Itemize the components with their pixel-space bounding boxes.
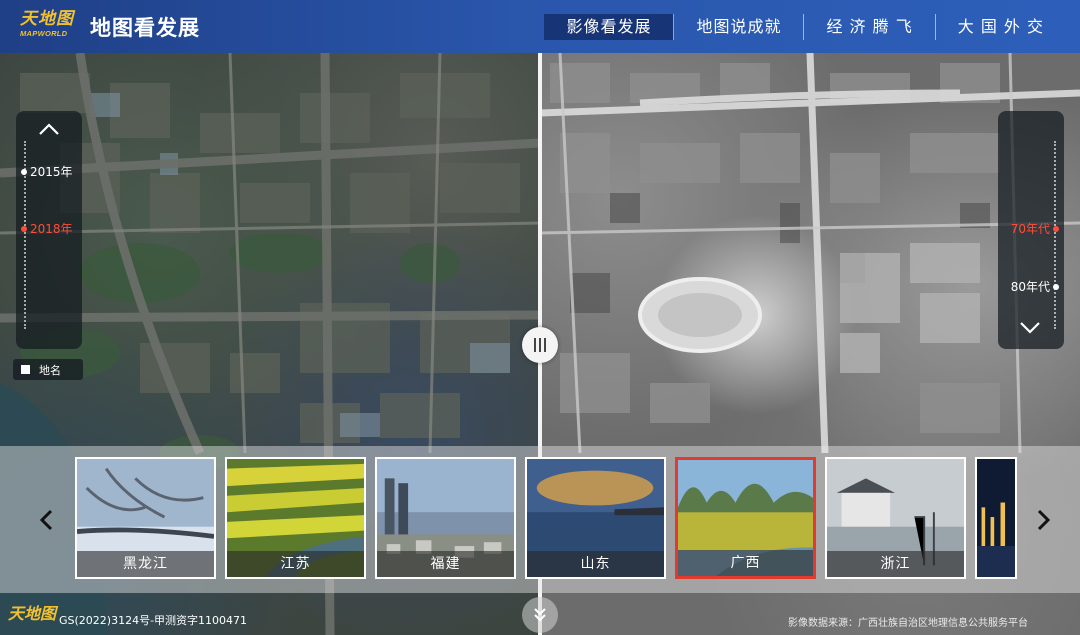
logo-text-cn: 天地图 <box>20 9 74 29</box>
place-name-toggle[interactable]: 地名 <box>13 359 83 380</box>
app-header: 天地图 MAPWORLD 地图看发展 影像看发展 地图说成就 经 济 腾 飞 大… <box>0 0 1080 53</box>
place-name-label: 地名 <box>39 363 61 377</box>
year-option-1980s[interactable]: 80年代 <box>1011 279 1060 295</box>
province-card-label: 浙江 <box>827 551 964 577</box>
chevron-right-icon[interactable] <box>1033 508 1053 532</box>
year-option-2015[interactable]: 2015年 <box>21 164 73 180</box>
province-card-label: 江苏 <box>227 551 364 577</box>
drag-handle-icon[interactable] <box>522 327 558 363</box>
nav-item-imagery[interactable]: 影像看发展 <box>544 13 675 40</box>
left-year-selector: 2015年 2018年 <box>16 111 82 349</box>
top-nav: 影像看发展 地图说成就 经 济 腾 飞 大 国 外 交 <box>544 0 1080 53</box>
night-city-photo <box>977 459 1015 577</box>
province-card-shandong[interactable]: 山东 <box>525 457 666 579</box>
province-card-guangxi[interactable]: 广西 <box>675 457 816 579</box>
province-card-label: 广西 <box>678 550 813 576</box>
logo-text-en: MAPWORLD <box>20 29 68 38</box>
double-chevron-down-icon[interactable] <box>522 597 558 633</box>
province-card-fujian[interactable]: 福建 <box>375 457 516 579</box>
year-option-2018[interactable]: 2018年 <box>21 221 73 237</box>
tianditu-logo[interactable]: 天地图 MAPWORLD <box>20 9 78 43</box>
province-card-jiangsu[interactable]: 江苏 <box>225 457 366 579</box>
province-card-zhejiang[interactable]: 浙江 <box>825 457 966 579</box>
right-year-selector: 70年代 80年代 <box>998 111 1064 349</box>
nav-item-economy[interactable]: 经 济 腾 飞 <box>804 13 936 40</box>
place-name-checkbox[interactable] <box>21 365 30 374</box>
chevron-left-icon[interactable] <box>37 508 57 532</box>
chevron-up-icon[interactable] <box>37 121 61 137</box>
page-title: 地图看发展 <box>90 16 200 40</box>
year-option-1970s[interactable]: 70年代 <box>1011 221 1060 237</box>
province-card-label: 福建 <box>377 551 514 577</box>
nav-item-map-achievements[interactable]: 地图说成就 <box>674 13 805 40</box>
province-card-partial[interactable] <box>975 457 1017 579</box>
province-card-label: 黑龙江 <box>77 551 214 577</box>
map-license-text: GS(2022)3124号-甲测资字1100471 <box>59 614 248 627</box>
footer-logo: 天地图 <box>8 604 57 623</box>
timeline-track <box>1054 141 1056 329</box>
chevron-down-icon[interactable] <box>1018 319 1042 335</box>
province-card-heilongjiang[interactable]: 黑龙江 <box>75 457 216 579</box>
imagery-source-text: 影像数据来源：广西壮族自治区地理信息公共服务平台 <box>788 618 1028 629</box>
province-card-label: 山东 <box>527 551 664 577</box>
nav-item-diplomacy[interactable]: 大 国 外 交 <box>936 14 1080 40</box>
province-carousel: 黑龙江 江苏 福建 山东 广西 浙江 <box>0 446 1080 593</box>
